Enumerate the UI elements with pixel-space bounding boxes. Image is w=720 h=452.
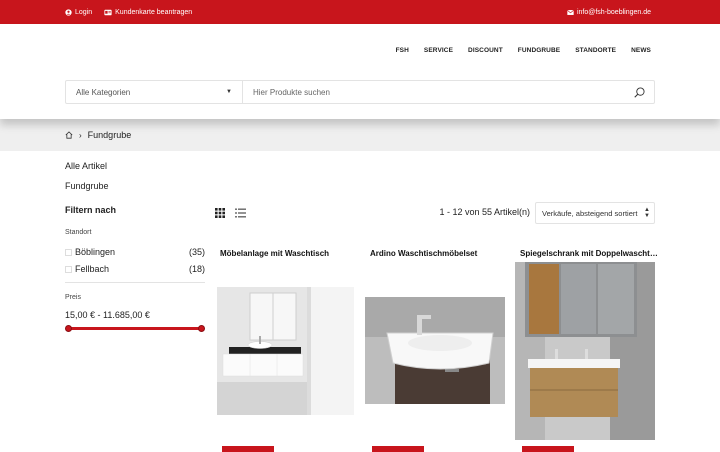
grid-view-icon[interactable] — [215, 208, 225, 218]
product-title[interactable]: Möbelanlage mit Waschtisch — [220, 249, 360, 258]
category-link-fundgrube[interactable]: Fundgrube — [65, 181, 109, 191]
nav-item-fsh[interactable]: FSH — [396, 47, 409, 54]
price-range-value: 15,00 € - 11.685,00 € — [65, 310, 150, 320]
all-articles-link[interactable]: Alle Artikel — [65, 161, 107, 171]
result-count: 1 - 12 von 55 Artikel(n) — [439, 207, 530, 217]
nav-item-service[interactable]: SERVICE — [424, 47, 453, 54]
main-nav: FSH SERVICE DISCOUNT FUNDGRUBE STANDORTE… — [396, 47, 651, 54]
breadcrumb: › Fundgrube — [65, 119, 131, 151]
product-photo — [515, 262, 655, 440]
search-bar: Alle Kategorien ▼ — [65, 80, 655, 104]
location-name: Böblingen — [75, 247, 116, 257]
product-button[interactable] — [222, 446, 274, 452]
breadcrumb-current: Fundgrube — [87, 130, 132, 140]
product-button[interactable] — [522, 446, 574, 452]
product-image[interactable] — [515, 262, 655, 440]
nav-item-discount[interactable]: DISCOUNT — [468, 47, 503, 54]
product-image[interactable] — [217, 287, 354, 415]
price-slider[interactable] — [65, 325, 205, 333]
location-name: Fellbach — [75, 264, 110, 274]
product-title[interactable]: Spiegelschrank mit Doppelwaschtisch — [520, 249, 660, 258]
email-label: info@fsh-boeblingen.de — [576, 8, 651, 16]
caret-down-icon: ▼ — [226, 89, 232, 95]
location-checkbox-fellbach[interactable]: Fellbach (18) — [65, 263, 205, 275]
nav-item-news[interactable]: NEWS — [631, 47, 651, 54]
slider-track — [68, 327, 202, 330]
search-input[interactable] — [243, 81, 624, 103]
envelope-icon — [567, 9, 574, 15]
nav-item-fundgrube[interactable]: FUNDGRUBE — [518, 47, 560, 54]
sort-arrows-icon: ▲ ▼ — [644, 207, 650, 219]
category-select-value: Alle Kategorien — [76, 87, 131, 97]
location-label: Standort — [65, 229, 92, 236]
location-checkbox-boeblingen[interactable]: Böblingen (35) — [65, 246, 205, 258]
list-view-icon[interactable] — [235, 208, 246, 218]
divider — [65, 282, 205, 283]
search-icon — [633, 86, 645, 98]
category-select[interactable]: Alle Kategorien ▼ — [66, 81, 243, 103]
search-button[interactable] — [624, 81, 654, 103]
listing-toolbar: 1 - 12 von 55 Artikel(n) Verkäufe, abste… — [215, 202, 655, 224]
breadcrumb-bar: › Fundgrube — [0, 119, 720, 151]
chevron-right-icon: › — [79, 130, 82, 140]
product-photo — [217, 287, 354, 415]
location-count: (18) — [188, 264, 205, 274]
product-image[interactable] — [365, 297, 505, 404]
sort-select[interactable]: Verkäufe, absteigend sortiert ▲ ▼ — [535, 202, 655, 224]
email-link[interactable]: info@fsh-boeblingen.de — [567, 9, 651, 16]
slider-handle-min[interactable] — [65, 325, 72, 332]
product-title[interactable]: Ardino Waschtischmöbelset — [370, 249, 510, 258]
sort-select-value: Verkäufe, absteigend sortiert — [542, 208, 638, 218]
top-bar: Login Kundenkarte beantragen info@fsh-bo… — [0, 0, 720, 24]
product-button[interactable] — [372, 446, 424, 452]
login-link[interactable]: Login — [65, 9, 92, 16]
nav-item-standorte[interactable]: STANDORTE — [575, 47, 616, 54]
filter-title: Filtern nach — [65, 205, 117, 215]
login-label: Login — [75, 8, 93, 16]
customer-card-link[interactable]: Kundenkarte beantragen — [104, 9, 192, 16]
customer-card-label: Kundenkarte beantragen — [115, 8, 193, 16]
header: FSH SERVICE DISCOUNT FUNDGRUBE STANDORTE… — [0, 24, 720, 119]
home-icon[interactable] — [65, 131, 73, 139]
price-label: Preis — [65, 294, 81, 301]
checkbox[interactable] — [65, 265, 72, 273]
checkbox[interactable] — [65, 248, 72, 256]
user-circle-icon — [65, 8, 72, 16]
product-photo — [365, 297, 505, 404]
location-count: (35) — [188, 247, 205, 257]
slider-handle-max[interactable] — [198, 325, 205, 332]
id-card-icon — [104, 9, 112, 15]
